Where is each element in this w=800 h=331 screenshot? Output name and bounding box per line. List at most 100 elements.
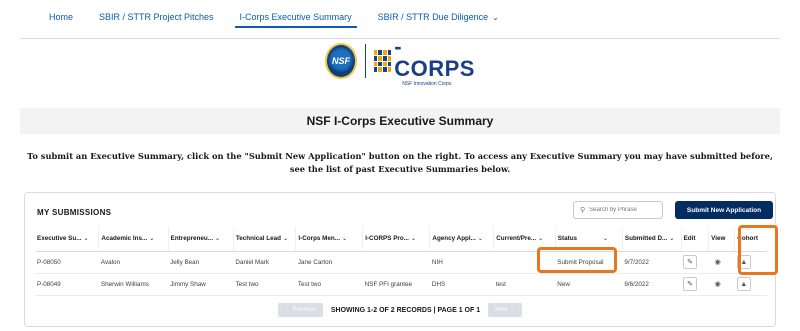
col-label: Agency Appl... [432, 235, 476, 243]
nav-icorps-summary[interactable]: I-Corps Executive Summary [227, 0, 365, 34]
search-input[interactable] [589, 207, 660, 213]
next-page-button[interactable]: Next → [488, 303, 523, 317]
nsf-seal-icon: NSF [325, 43, 357, 79]
submissions-header: MY SUBMISSIONS [37, 208, 112, 217]
nav-icorps-summary-label: I-Corps Executive Summary [239, 12, 352, 22]
col-status[interactable]: Status ⌄ [555, 227, 623, 252]
col-label: Technical Lead [235, 235, 281, 243]
cell-program [362, 251, 430, 274]
cell-agency: NIH [429, 251, 494, 274]
chevron-down-icon[interactable]: ⌄ [669, 236, 674, 242]
chevron-down-icon[interactable]: ⌄ [538, 236, 543, 242]
table-row: P-08049 Sherwin Williams Jimmy Shaw Test… [35, 273, 767, 296]
instructions-text: To submit an Executive Summary, click on… [27, 151, 773, 174]
nav-home-label: Home [49, 12, 74, 22]
cell-view: ◉ [708, 273, 735, 296]
col-cohort: Cohort [734, 227, 767, 252]
search-icon: ⚲ [580, 207, 586, 214]
col-edit: Edit [681, 227, 710, 252]
col-label: Submitted D... [624, 235, 668, 243]
chevron-down-icon: ⌄ [492, 12, 499, 22]
col-label: I-Corps Men... [298, 235, 341, 243]
cell-view: ◉ [708, 251, 735, 274]
cell-entrepreneur: Jelly Bean [168, 251, 234, 274]
cell-technical-lead: Daniel Mark [233, 251, 296, 274]
cell-submitted-date: 9/6/2022 [622, 273, 682, 296]
submissions-table: Executive Su... ⌄ Academic Ins... ⌄ Entrep… [35, 227, 767, 296]
cell-entrepreneur: Jimmy Shaw [168, 273, 234, 296]
view-eye-icon[interactable]: ◉ [710, 255, 725, 269]
col-label: Academic Ins... [101, 235, 148, 243]
cell-mentor: Jane Carton [295, 251, 363, 274]
col-label: Edit [683, 235, 696, 243]
cell-mentor: Test two [295, 273, 363, 296]
edit-pencil-icon[interactable]: ✎ [683, 277, 698, 291]
col-academic-institution[interactable]: Academic Ins... ⌄ [98, 227, 169, 252]
col-executive-summary[interactable]: Executive Su... ⌄ [35, 227, 100, 252]
pagination: ← Previous SHOWING 1-2 OF 2 RECORDS | PA… [25, 303, 775, 317]
cell-current-previous: test [493, 273, 556, 296]
cohort-tree-icon[interactable]: ▲ [736, 255, 751, 269]
cell-id: P-08050 [35, 251, 99, 274]
nav-sbir-due-diligence[interactable]: SBIR / STTR Due Diligence ⌄ [365, 0, 512, 34]
logo-tagline: NSF Innovation Corps [402, 80, 452, 87]
nav-sbir-pitches[interactable]: SBIR / STTR Project Pitches [86, 0, 227, 34]
chevron-down-icon[interactable]: ⌄ [83, 236, 88, 242]
cell-cohort: ▲ [734, 251, 767, 274]
page-title: NSF I-Corps Executive Summary [306, 114, 494, 128]
logo-wordmark: -CORPS NSF Innovation Corps [394, 33, 475, 87]
cohort-tree-icon[interactable]: ▲ [736, 277, 751, 291]
nav-sbir-pitches-label: SBIR / STTR Project Pitches [99, 12, 214, 22]
cell-program: NSF PFI grantee [362, 273, 430, 296]
icorps-logo: NSF -CORPS NSF Innovation Corps [325, 35, 475, 86]
previous-page-button[interactable]: ← Previous [277, 303, 323, 317]
top-nav: Home SBIR / STTR Project Pitches I-Corps… [36, 0, 512, 34]
col-label: Cohort [737, 235, 758, 243]
edit-pencil-icon[interactable]: ✎ [683, 255, 698, 269]
cell-submitted-date: 9/7/2022 [622, 251, 682, 274]
col-label: Status [557, 235, 578, 243]
col-label: View [711, 235, 726, 243]
col-current-previous[interactable]: Current/Pre... ⌄ [493, 227, 556, 252]
chevron-down-icon[interactable]: ⌄ [283, 236, 288, 242]
chevron-down-icon[interactable]: ⌄ [603, 236, 608, 242]
chevron-down-icon[interactable]: ⌄ [149, 236, 154, 242]
col-view: View [708, 227, 736, 252]
col-icorps-mentor[interactable]: I-Corps Men... ⌄ [295, 227, 364, 252]
cell-agency: DHS [429, 273, 494, 296]
col-submitted-date[interactable]: Submitted D... ⌄ [622, 227, 682, 252]
submit-new-application-button[interactable]: Submit New Application [675, 201, 773, 219]
table-row: P-08050 Avalon Jelly Bean Daniel Mark Ja… [35, 251, 767, 274]
nav-home[interactable]: Home [36, 0, 86, 34]
cell-technical-lead: Test two [233, 273, 296, 296]
col-label: Entrepreneu... [170, 235, 213, 243]
cell-id: P-08049 [35, 273, 99, 296]
pagination-summary: SHOWING 1-2 OF 2 RECORDS | PAGE 1 OF 1 [330, 306, 481, 314]
col-agency-applied[interactable]: Agency Appl... ⌄ [429, 227, 495, 252]
chevron-down-icon[interactable]: ⌄ [478, 236, 483, 242]
view-eye-icon[interactable]: ◉ [710, 277, 725, 291]
search-box[interactable]: ⚲ [573, 201, 663, 219]
cell-institution: Avalon [98, 251, 169, 274]
submissions-card: MY SUBMISSIONS ⚲ Submit New Application … [24, 192, 776, 327]
cell-status: Submit Proposal [555, 251, 623, 274]
nsf-seal-text: NSF [331, 56, 350, 66]
chevron-down-icon[interactable]: ⌄ [342, 236, 347, 242]
cell-edit: ✎ [681, 273, 709, 296]
logo-name: CORPS [394, 55, 475, 81]
col-entrepreneur[interactable]: Entrepreneu... ⌄ [168, 227, 234, 252]
cell-edit: ✎ [681, 251, 709, 274]
title-band: NSF I-Corps Executive Summary [20, 108, 780, 134]
col-label: Executive Su... [37, 235, 82, 243]
cell-current-previous [493, 251, 556, 274]
cell-cohort: ▲ [734, 273, 767, 296]
icorps-grid-icon [373, 50, 392, 72]
cell-status: New [555, 273, 623, 296]
chevron-down-icon[interactable]: ⌄ [215, 236, 220, 242]
col-icorps-program[interactable]: I-CORPS Pro... ⌄ [362, 227, 431, 252]
col-technical-lead[interactable]: Technical Lead ⌄ [233, 227, 297, 252]
nav-sbir-due-diligence-label: SBIR / STTR Due Diligence [377, 12, 489, 22]
chevron-down-icon[interactable]: ⌄ [411, 236, 416, 242]
col-label: I-CORPS Pro... [365, 235, 409, 243]
cell-institution: Sherwin Williams [98, 273, 169, 296]
